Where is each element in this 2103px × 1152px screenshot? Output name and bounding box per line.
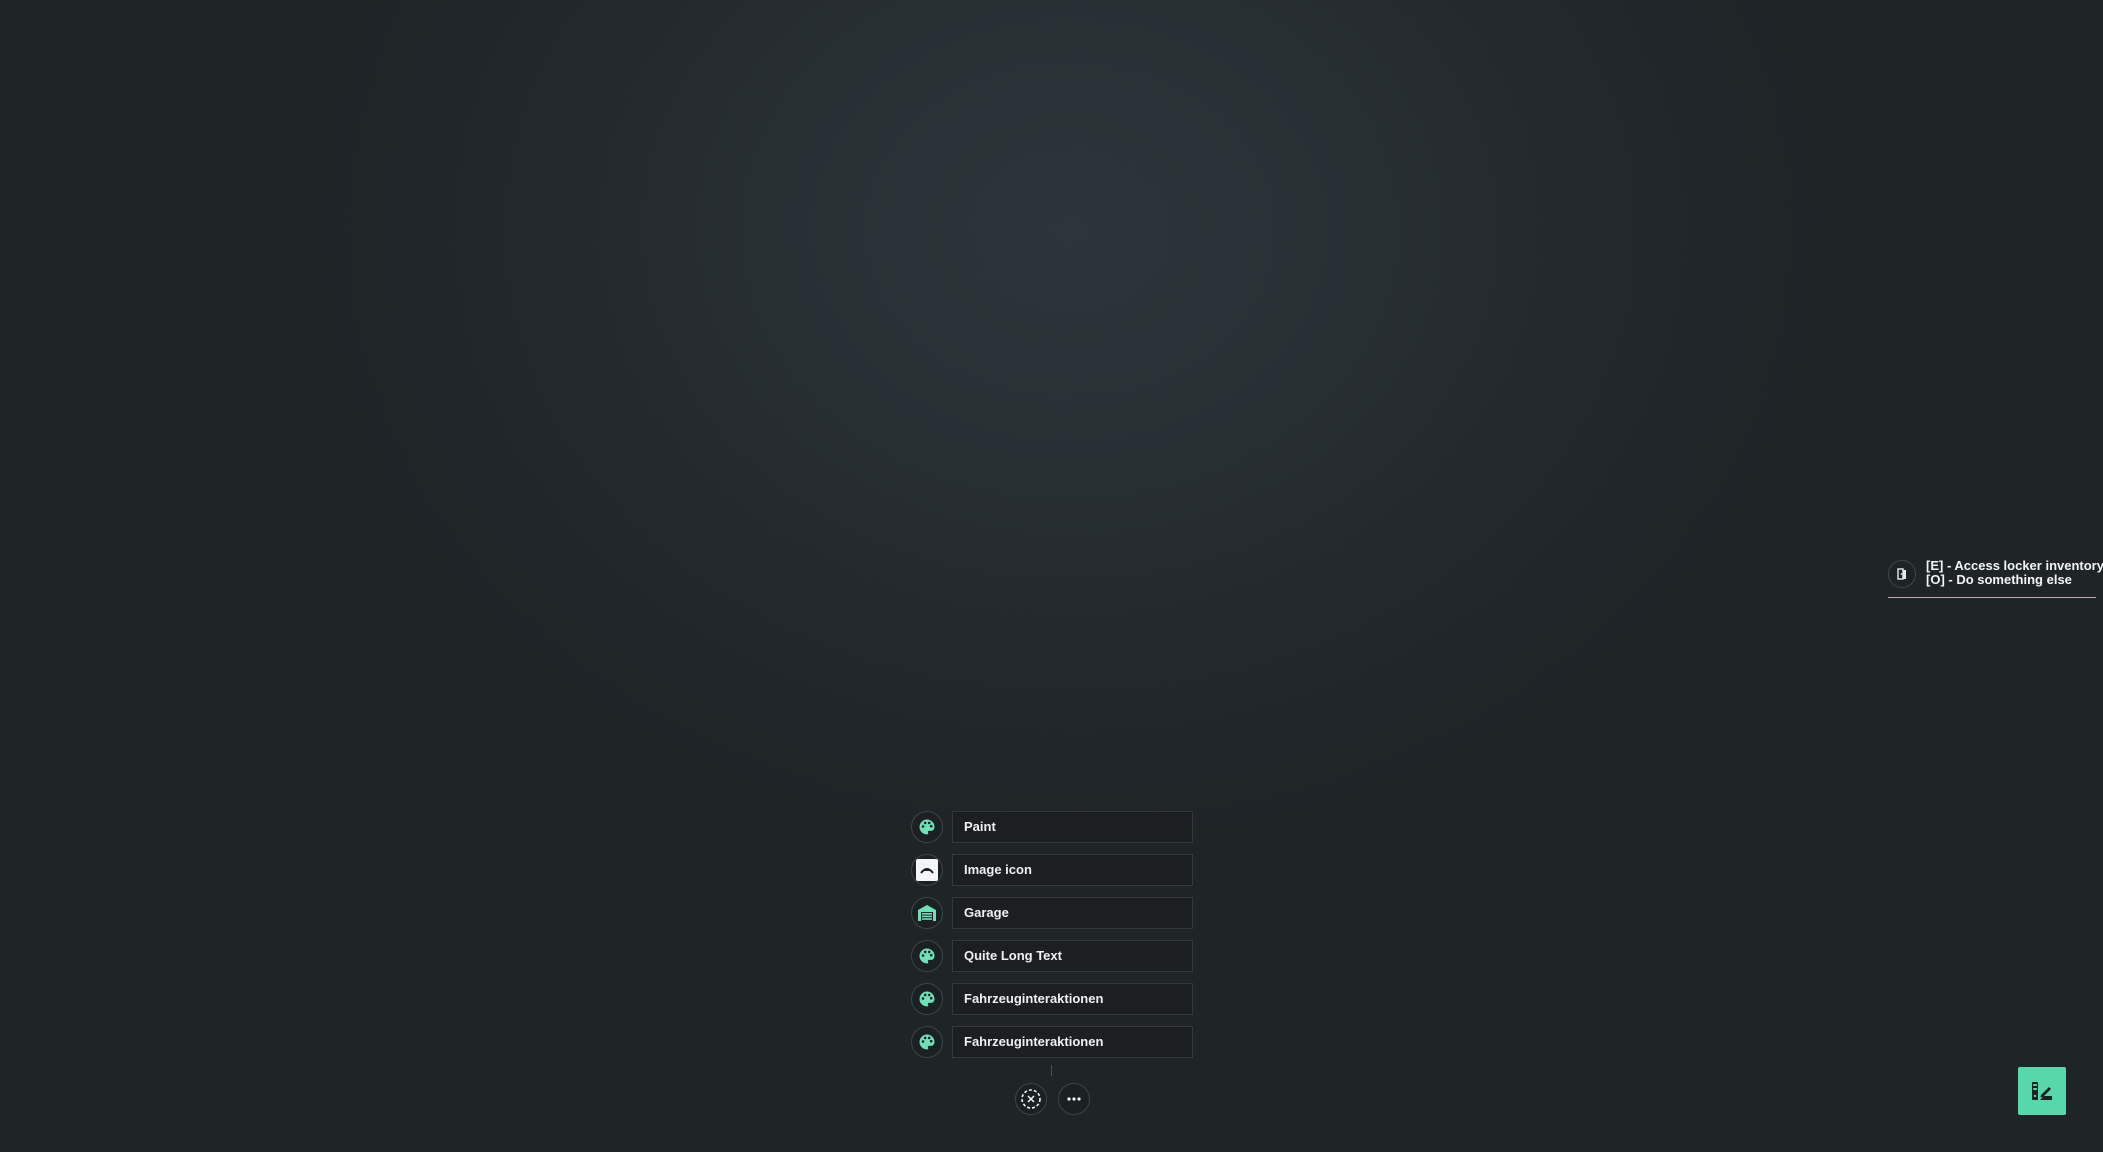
locker-door-icon <box>1888 560 1916 588</box>
swatch-edit-button[interactable] <box>2018 1067 2066 1115</box>
menu-item-fahrzeuginteraktionen[interactable]: Fahrzeuginteraktionen <box>911 1026 1193 1058</box>
palette-icon <box>911 1026 943 1058</box>
palette-icon <box>911 983 943 1015</box>
menu-item-label: Garage <box>952 897 1193 929</box>
menu-item-label: Fahrzeuginteraktionen <box>952 983 1193 1015</box>
menu-item-quite-long-text[interactable]: Quite Long Text <box>911 940 1193 972</box>
close-menu-button[interactable] <box>1015 1083 1047 1115</box>
image-icon <box>911 854 943 886</box>
close-circle-icon <box>1020 1088 1042 1110</box>
palette-icon <box>911 940 943 972</box>
menu-item-label: Fahrzeuginteraktionen <box>952 1026 1193 1058</box>
garage-icon <box>911 897 943 929</box>
interaction-hint: [E] - Access locker inventory [O] - Do s… <box>1888 555 2103 598</box>
hint-line-do-something-else: [O] - Do something else <box>1926 572 2072 587</box>
more-horizontal-icon <box>1066 1096 1082 1102</box>
menu-item-fahrzeuginteraktionen[interactable]: Fahrzeuginteraktionen <box>911 983 1193 1015</box>
palette-icon <box>911 811 943 843</box>
hint-line-access-locker: [E] - Access locker inventory <box>1926 558 2103 573</box>
swatch-edit-icon <box>2030 1079 2054 1103</box>
menu-item-garage[interactable]: Garage <box>911 897 1193 929</box>
menu-connector-line <box>1051 1065 1052 1076</box>
more-options-button[interactable] <box>1058 1083 1090 1115</box>
menu-item-label: Image icon <box>952 854 1193 886</box>
menu-item-label: Paint <box>952 811 1193 843</box>
hint-text: [E] - Access locker inventory [O] - Do s… <box>1926 559 2103 587</box>
menu-item-image-icon[interactable]: Image icon <box>911 854 1193 886</box>
menu-item-paint[interactable]: Paint <box>911 811 1193 843</box>
menu-item-label: Quite Long Text <box>952 940 1193 972</box>
